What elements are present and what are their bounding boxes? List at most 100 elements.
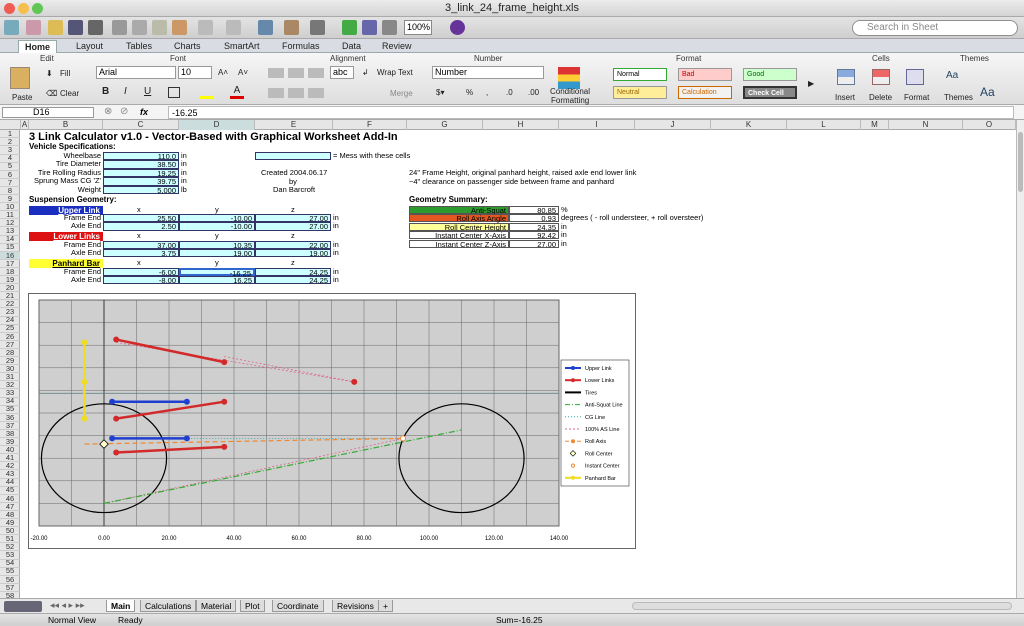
grow-font-icon[interactable]: A˄ <box>218 68 228 78</box>
zoom-select[interactable]: 100% <box>404 20 432 35</box>
column-header[interactable]: H <box>483 120 559 130</box>
font-color-icon[interactable]: A <box>230 86 244 99</box>
column-header[interactable]: E <box>255 120 333 130</box>
name-box[interactable]: D16 <box>2 107 94 118</box>
style-good[interactable]: Good <box>743 68 797 81</box>
lower-frame-y[interactable]: 10.35 <box>179 240 255 249</box>
tab-smartart[interactable]: SmartArt <box>218 40 266 53</box>
upper-axle-x[interactable]: 2.50 <box>103 222 179 231</box>
lower-axle-y[interactable]: 19.00 <box>179 249 255 257</box>
toolbox-icon[interactable] <box>362 20 377 35</box>
autosum-icon[interactable] <box>258 20 273 35</box>
lower-axle-x[interactable]: 3.75 <box>103 249 179 257</box>
print-icon[interactable] <box>88 20 103 35</box>
clear-icon[interactable]: ⌫ <box>46 89 57 99</box>
format-button[interactable]: Format <box>904 93 929 103</box>
filter-icon[interactable] <box>310 20 325 35</box>
tab-layout[interactable]: Layout <box>70 40 109 53</box>
sheet-tab-coordinate[interactable]: Coordinate <box>272 600 324 612</box>
formula-input[interactable]: -16.25 <box>168 106 1014 119</box>
style-check-cell[interactable]: Check Cell <box>743 86 797 99</box>
column-header[interactable]: B <box>29 120 103 130</box>
undo-icon[interactable] <box>198 20 213 35</box>
view-buttons[interactable] <box>4 601 42 612</box>
panhard-axle-x[interactable]: -8.00 <box>103 276 179 284</box>
spec-value-cell[interactable]: 19.25 <box>103 168 179 177</box>
font-name-select[interactable]: Arial <box>96 66 176 79</box>
merge-button[interactable]: Merge <box>390 89 413 99</box>
cancel-icon[interactable]: ⊗ <box>104 106 112 117</box>
fill-button[interactable]: Fill <box>60 69 70 79</box>
vertical-scrollbar[interactable] <box>1016 120 1024 598</box>
column-header[interactable]: D <box>179 120 255 130</box>
format-painter-icon[interactable] <box>172 20 187 35</box>
bold-button[interactable]: B <box>102 87 109 97</box>
style-normal[interactable]: Normal <box>613 68 667 81</box>
sheet-tab-material[interactable]: Material <box>196 600 237 612</box>
delete-cells-icon[interactable] <box>872 69 890 85</box>
column-header[interactable]: G <box>407 120 483 130</box>
insert-button[interactable]: Insert <box>835 93 855 103</box>
format-cells-icon[interactable] <box>906 69 924 85</box>
search-input[interactable]: Search in Sheet <box>852 20 1018 36</box>
spec-value-cell[interactable]: 5,000 <box>103 185 179 194</box>
fx-icon[interactable]: fx <box>140 107 148 117</box>
wrap-text-button[interactable]: Wrap Text <box>377 68 413 78</box>
comma-icon[interactable]: , <box>486 88 488 98</box>
sort-icon[interactable] <box>284 20 299 35</box>
sheet-tab-main[interactable]: Main <box>106 600 136 612</box>
paste-icon[interactable] <box>152 20 167 35</box>
conditional-formatting-icon[interactable] <box>558 67 580 89</box>
sheet-tab-plot[interactable]: Plot <box>240 600 265 612</box>
column-header[interactable]: A <box>21 120 29 130</box>
spec-value-cell[interactable]: 39.75 <box>103 177 179 186</box>
templates-icon[interactable] <box>26 20 41 35</box>
column-header[interactable]: C <box>103 120 179 130</box>
panhard-frame-z[interactable]: 24.25 <box>255 267 331 276</box>
horizontal-scrollbar[interactable] <box>632 602 1012 610</box>
column-header[interactable]: L <box>787 120 861 130</box>
column-header[interactable]: N <box>889 120 963 130</box>
borders-icon[interactable] <box>168 87 180 98</box>
underline-button[interactable]: U <box>144 87 151 97</box>
redo-icon[interactable] <box>226 20 241 35</box>
fill-color-icon[interactable] <box>200 86 214 99</box>
column-header[interactable]: J <box>635 120 711 130</box>
suspension-chart[interactable]: -20.00 0.00 20.00 40.00 60.00 80.00 100.00 120.… <box>28 293 636 549</box>
theme-fonts-button[interactable]: Aa <box>980 86 995 98</box>
panhard-axle-y[interactable]: 16.25 <box>179 276 255 284</box>
style-bad[interactable]: Bad <box>678 68 732 81</box>
gallery-icon[interactable] <box>342 20 357 35</box>
panhard-frame-y-selected[interactable]: -16.25 <box>179 267 255 277</box>
currency-icon[interactable]: $▾ <box>436 88 444 98</box>
themes-button[interactable]: Themes <box>944 93 973 103</box>
column-header[interactable]: F <box>333 120 407 130</box>
save-icon[interactable] <box>68 20 83 35</box>
fill-icon[interactable]: ⬇ <box>46 69 53 79</box>
new-icon[interactable] <box>4 20 19 35</box>
style-calculation[interactable]: Calculation <box>678 86 732 99</box>
horizontal-align-icons[interactable] <box>268 88 324 98</box>
increase-decimal-icon[interactable]: .0 <box>506 88 513 98</box>
upper-frame-x[interactable]: 25.50 <box>103 214 179 222</box>
paste-icon[interactable] <box>10 67 30 89</box>
tab-home[interactable]: Home <box>18 40 58 53</box>
column-header[interactable]: I <box>559 120 635 130</box>
upper-axle-y[interactable]: -10.00 <box>179 222 255 231</box>
decrease-decimal-icon[interactable]: .00 <box>528 88 539 98</box>
wrap-text-icon[interactable]: ↲ <box>362 68 369 78</box>
percent-icon[interactable]: % <box>466 88 473 98</box>
tab-charts[interactable]: Charts <box>168 40 207 53</box>
tab-data[interactable]: Data <box>336 40 367 53</box>
number-format-select[interactable]: Number <box>432 66 544 79</box>
italic-button[interactable]: I <box>124 87 127 97</box>
help-icon[interactable] <box>450 20 465 35</box>
panhard-axle-z[interactable]: 24.25 <box>255 276 331 284</box>
upper-frame-y[interactable]: -10.00 <box>179 214 255 222</box>
sheet-tab-calculations[interactable]: Calculations <box>140 600 197 612</box>
panhard-frame-x[interactable]: -6.00 <box>103 267 179 276</box>
copy-icon[interactable] <box>132 20 147 35</box>
add-sheet-button[interactable]: + <box>378 600 393 612</box>
column-header[interactable]: M <box>861 120 889 130</box>
tab-scroll-arrows[interactable]: ◂◂ ◂ ▸ ▸▸ <box>50 600 85 611</box>
